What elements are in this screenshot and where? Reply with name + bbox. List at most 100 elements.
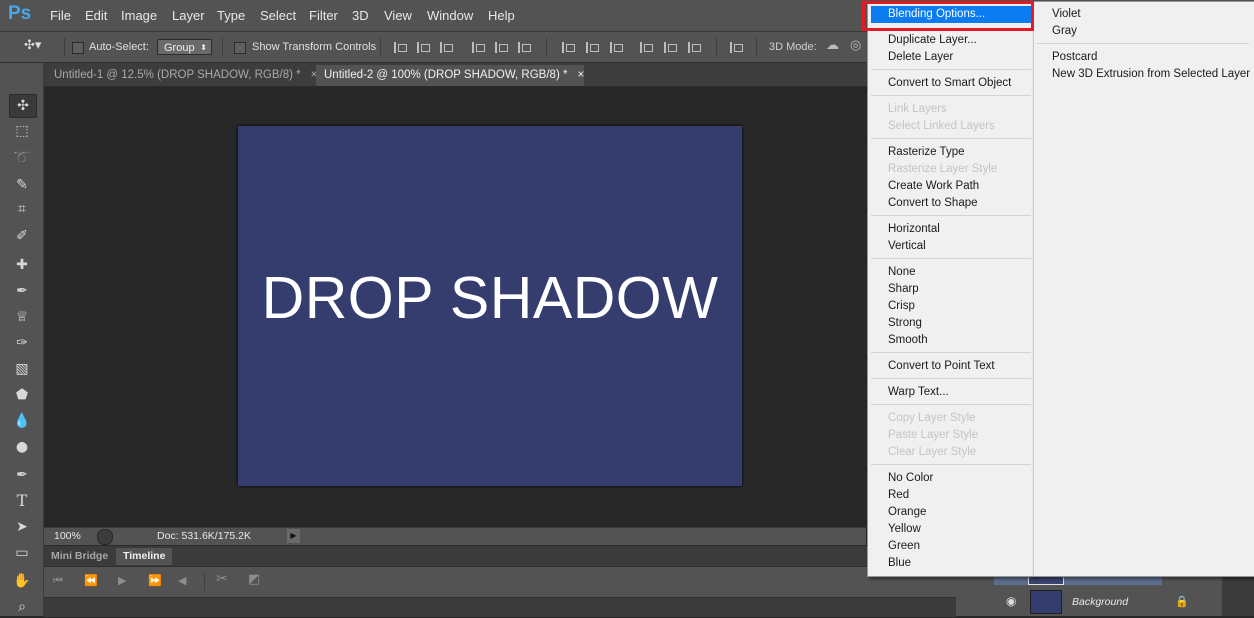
menu-item-horizontal[interactable]: Horizontal xyxy=(888,222,940,236)
menu-item-delete-layer[interactable]: Delete Layer xyxy=(888,50,953,64)
menu-item-red[interactable]: Red xyxy=(888,488,909,502)
3d-roll-icon[interactable]: ◎ xyxy=(850,38,861,53)
move-tool-preset-icon[interactable]: ✣▾ xyxy=(24,38,41,53)
distribute-vcenter-icon[interactable] xyxy=(586,42,600,53)
quick-select-tool-icon[interactable]: ✎ xyxy=(9,174,35,196)
align-top-icon[interactable] xyxy=(394,42,408,53)
document-info-icon[interactable] xyxy=(97,529,113,545)
distribute-bottom-icon[interactable] xyxy=(610,42,624,53)
zoom-level[interactable]: 100% xyxy=(54,530,81,542)
menu-select[interactable]: Select xyxy=(260,8,296,23)
menu-filter[interactable]: Filter xyxy=(309,8,338,23)
background-layer-name[interactable]: Background xyxy=(1072,596,1128,608)
distribute-hcenter-icon[interactable] xyxy=(664,42,678,53)
menu-separator xyxy=(871,138,1031,139)
menu-item-green[interactable]: Green xyxy=(888,539,920,553)
menu-edit[interactable]: Edit xyxy=(85,8,107,23)
blur-tool-icon[interactable]: 💧 xyxy=(9,410,35,432)
menu-separator xyxy=(871,258,1031,259)
dodge-tool-icon[interactable]: ● xyxy=(9,436,35,458)
show-transform-checkbox[interactable] xyxy=(234,42,246,54)
clone-stamp-tool-icon[interactable]: ♕ xyxy=(9,306,35,328)
menu-item-convert-smart-object[interactable]: Convert to Smart Object xyxy=(888,76,1011,90)
lasso-tool-icon[interactable]: ➰ xyxy=(9,147,35,169)
menu-layer[interactable]: Layer xyxy=(172,8,205,23)
eyedropper-tool-icon[interactable]: ✐ xyxy=(9,225,35,247)
menu-item-create-work-path[interactable]: Create Work Path xyxy=(888,179,979,193)
play-icon[interactable]: ▶ xyxy=(118,574,126,587)
align-horizontal-center-icon[interactable] xyxy=(495,42,509,53)
zoom-tool-icon[interactable]: ⌕ xyxy=(9,596,35,618)
menu-item-postcard[interactable]: Postcard xyxy=(1052,50,1097,64)
menu-item-blue[interactable]: Blue xyxy=(888,556,911,570)
menu-window[interactable]: Window xyxy=(427,8,473,23)
distribute-right-icon[interactable] xyxy=(688,42,702,53)
menu-item-violet[interactable]: Violet xyxy=(1052,7,1081,21)
type-tool-icon[interactable]: T xyxy=(9,490,35,512)
close-icon[interactable]: × xyxy=(577,69,584,81)
crop-tool-icon[interactable]: ⌗ xyxy=(9,198,35,220)
menu-item-aa-strong[interactable]: Strong xyxy=(888,316,922,330)
dropdown-arrow-icon: ⬍ xyxy=(200,43,207,52)
document-canvas[interactable]: DROP SHADOW xyxy=(238,126,742,486)
layer-context-menu-column-2: Violet Gray Postcard New 3D Extrusion fr… xyxy=(1033,1,1254,577)
menu-help[interactable]: Help xyxy=(488,8,515,23)
menu-item-gray[interactable]: Gray xyxy=(1052,24,1077,38)
brush-tool-icon[interactable]: ✒ xyxy=(9,280,35,302)
auto-select-dropdown[interactable]: Group ⬍ xyxy=(157,39,212,55)
first-frame-icon[interactable]: ⏮ xyxy=(53,574,63,588)
tab-mini-bridge[interactable]: Mini Bridge xyxy=(44,548,116,565)
paint-bucket-tool-icon[interactable]: ⬟ xyxy=(9,384,35,406)
align-vertical-center-icon[interactable] xyxy=(417,42,431,53)
menu-item-warp-text[interactable]: Warp Text... xyxy=(888,385,949,399)
tab-timeline[interactable]: Timeline xyxy=(116,548,173,565)
visibility-eye-icon[interactable]: ◉ xyxy=(1006,594,1016,608)
menu-image[interactable]: Image xyxy=(121,8,157,23)
distribute-top-icon[interactable] xyxy=(562,42,576,53)
auto-select-checkbox[interactable] xyxy=(72,42,84,54)
next-frame-icon[interactable]: ⏩ xyxy=(148,574,162,587)
move-tool-icon[interactable]: ✣ xyxy=(9,94,37,118)
3d-orbit-icon[interactable]: ☁ xyxy=(826,38,839,53)
tab-untitled-2[interactable]: Untitled-2 @ 100% (DROP SHADOW, RGB/8) *… xyxy=(316,65,584,86)
menu-type[interactable]: Type xyxy=(217,8,245,23)
align-left-icon[interactable] xyxy=(472,42,486,53)
menu-item-convert-point-text[interactable]: Convert to Point Text xyxy=(888,359,995,373)
canvas-type-layer[interactable]: DROP SHADOW xyxy=(238,264,742,332)
menu-file[interactable]: File xyxy=(50,8,71,23)
transition-icon[interactable]: ◩ xyxy=(248,572,260,587)
history-brush-tool-icon[interactable]: ✑ xyxy=(9,332,35,354)
align-right-icon[interactable] xyxy=(518,42,532,53)
auto-align-layers-icon[interactable] xyxy=(730,42,744,53)
menu-item-orange[interactable]: Orange xyxy=(888,505,926,519)
menu-item-rasterize-type[interactable]: Rasterize Type xyxy=(888,145,965,159)
menu-3d[interactable]: 3D xyxy=(352,8,369,23)
menu-item-yellow[interactable]: Yellow xyxy=(888,522,921,536)
menu-view[interactable]: View xyxy=(384,8,412,23)
marquee-tool-icon[interactable]: ⬚ xyxy=(9,120,35,142)
menu-item-no-color[interactable]: No Color xyxy=(888,471,933,485)
pen-tool-icon[interactable]: ✒ xyxy=(9,464,35,486)
menu-item-aa-smooth[interactable]: Smooth xyxy=(888,333,928,347)
menu-item-aa-crisp[interactable]: Crisp xyxy=(888,299,915,313)
path-selection-tool-icon[interactable]: ➤ xyxy=(9,516,35,538)
menu-item-new-3d-extrusion[interactable]: New 3D Extrusion from Selected Layer xyxy=(1052,67,1250,81)
healing-brush-tool-icon[interactable]: ✚ xyxy=(9,254,35,276)
audio-icon[interactable]: ◀ xyxy=(178,574,186,587)
tab-untitled-1[interactable]: Untitled-1 @ 12.5% (DROP SHADOW, RGB/8) … xyxy=(46,65,317,86)
align-bottom-icon[interactable] xyxy=(440,42,454,53)
previous-frame-icon[interactable]: ⏪ xyxy=(84,574,98,587)
status-bar: 100% Doc: 531.6K/175.2K ▶ xyxy=(44,527,866,545)
menu-item-duplicate-layer[interactable]: Duplicate Layer... xyxy=(888,33,977,47)
split-scissors-icon[interactable]: ✂ xyxy=(216,571,228,587)
menu-item-aa-none[interactable]: None xyxy=(888,265,916,279)
menu-item-vertical[interactable]: Vertical xyxy=(888,239,926,253)
rectangle-tool-icon[interactable]: ▭ xyxy=(9,542,35,564)
distribute-left-icon[interactable] xyxy=(640,42,654,53)
menu-item-aa-sharp[interactable]: Sharp xyxy=(888,282,919,296)
menu-item-convert-to-shape[interactable]: Convert to Shape xyxy=(888,196,978,210)
eraser-tool-icon[interactable]: ▧ xyxy=(9,358,35,380)
status-menu-arrow-icon[interactable]: ▶ xyxy=(287,529,300,543)
hand-tool-icon[interactable]: ✋ xyxy=(9,570,35,592)
menu-separator xyxy=(1037,43,1249,44)
